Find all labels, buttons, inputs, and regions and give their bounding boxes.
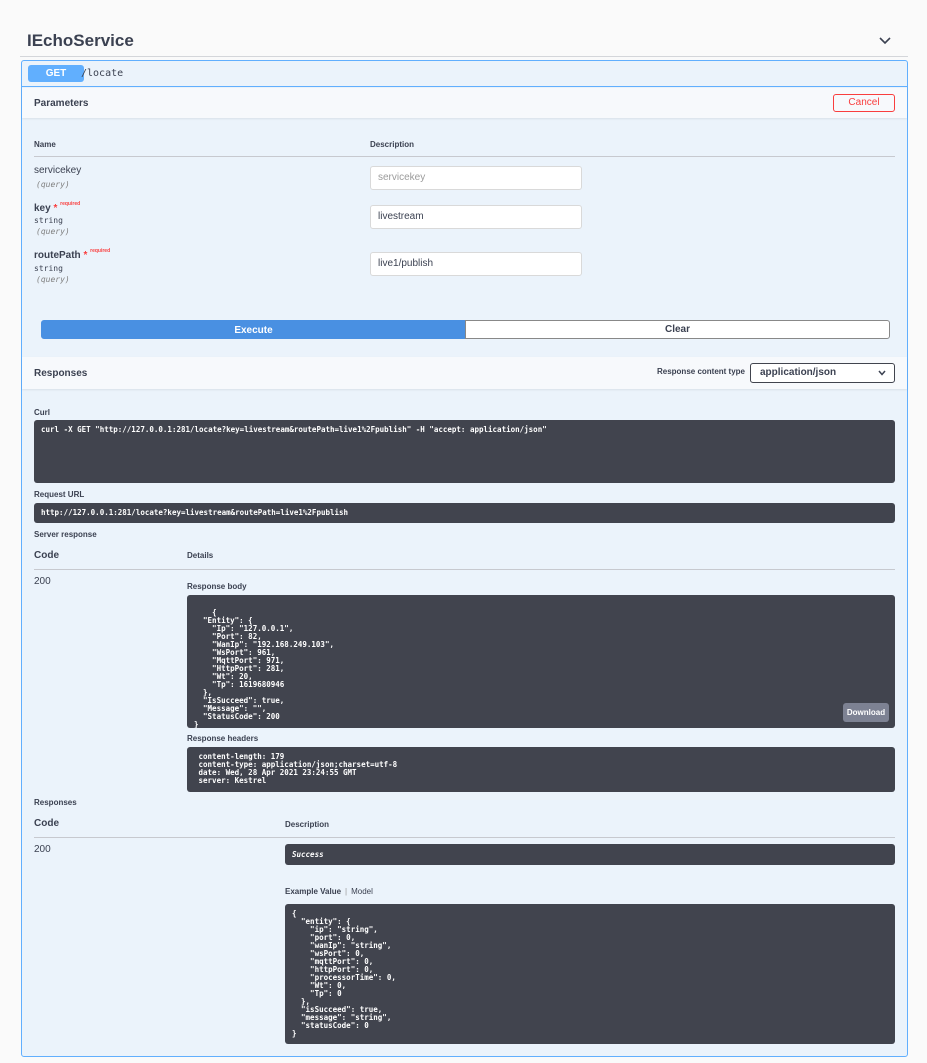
tag-header[interactable]: IEchoService (20, 28, 908, 57)
param-name-routepath: routePath * required (34, 248, 111, 261)
cancel-button[interactable]: Cancel (833, 94, 895, 112)
tab-separator: | (345, 887, 348, 896)
divider (34, 569, 895, 570)
param-name-key-text: key (34, 203, 51, 214)
column-description-header: Description (370, 140, 415, 149)
content-type-select[interactable]: application/json (750, 363, 895, 383)
responses-doc-label: Responses (34, 798, 77, 807)
server-response-label: Server response (34, 530, 97, 539)
clear-button[interactable]: Clear (465, 320, 890, 339)
tab-model[interactable]: Model (351, 887, 373, 896)
required-label: required (90, 248, 111, 254)
responses-code: 200 (34, 844, 51, 855)
responses-title: Responses (34, 368, 88, 379)
server-response-code: 200 (34, 576, 51, 587)
column-name-header: Name (34, 140, 56, 149)
servicekey-input[interactable]: servicekey (370, 166, 582, 190)
key-input[interactable]: livestream (370, 205, 582, 229)
execute-wrapper: Execute Clear (41, 320, 890, 339)
curl-label: Curl (34, 408, 50, 417)
response-headers[interactable]: content-length: 179 content-type: applic… (187, 747, 895, 792)
method-badge: GET (28, 65, 84, 82)
response-body[interactable]: { "Entity": { "Ip": "127.0.0.1", "Port":… (187, 595, 895, 728)
example-tabs: Example Value | Model (285, 887, 373, 896)
divider (34, 156, 895, 157)
server-code-header: Code (34, 550, 59, 561)
divider (34, 837, 895, 838)
response-headers-label: Response headers (187, 734, 259, 743)
operation-path: /locate (81, 68, 124, 79)
responses-description-header: Description (285, 820, 330, 829)
operation-block: GET /locate Parameters Cancel Name Descr… (21, 60, 908, 1057)
param-in-routepath: (query) (36, 275, 70, 284)
tag-title[interactable]: IEchoService (27, 31, 134, 51)
curl-command[interactable]: curl -X GET "http://127.0.0.1:281/locate… (34, 420, 895, 483)
required-star: * (53, 203, 58, 214)
chevron-down-icon[interactable] (878, 34, 892, 48)
param-in-servicekey: (query) (36, 180, 70, 189)
param-in-key: (query) (36, 227, 70, 236)
chevron-down-icon (878, 370, 886, 376)
response-body-label: Response body (187, 582, 247, 591)
request-url-value[interactable]: http://127.0.0.1:281/locate?key=livestre… (34, 503, 895, 523)
operation-summary[interactable]: GET /locate (22, 61, 907, 87)
param-name-routepath-text: routePath (34, 250, 81, 261)
tab-example-value[interactable]: Example Value (285, 887, 341, 896)
param-name-key: key * required (34, 201, 81, 214)
content-type-label: Response content type (656, 367, 745, 376)
content-type-value: application/json (760, 367, 837, 378)
example-value[interactable]: { "entity": { "ip": "string", "port": 0,… (285, 904, 895, 1044)
download-button[interactable]: Download (843, 703, 889, 722)
param-type-routepath: string (34, 264, 63, 273)
parameters-title: Parameters (34, 98, 89, 109)
required-star: * (83, 250, 88, 261)
param-name-servicekey: servicekey (34, 165, 82, 176)
responses-header: Responses Response content type applicat… (22, 357, 907, 389)
routepath-input[interactable]: live1/publish (370, 252, 582, 276)
responses-code-header: Code (34, 818, 59, 829)
response-body-text: { "Entity": { "Ip": "127.0.0.1", "Port":… (194, 608, 334, 729)
parameters-header: Parameters Cancel (22, 88, 907, 118)
response-description: Success (285, 844, 895, 865)
server-details-header: Details (187, 551, 214, 560)
param-type-key: string (34, 216, 63, 225)
required-label: required (60, 201, 81, 207)
request-url-label: Request URL (34, 490, 85, 499)
execute-button[interactable]: Execute (41, 320, 466, 339)
